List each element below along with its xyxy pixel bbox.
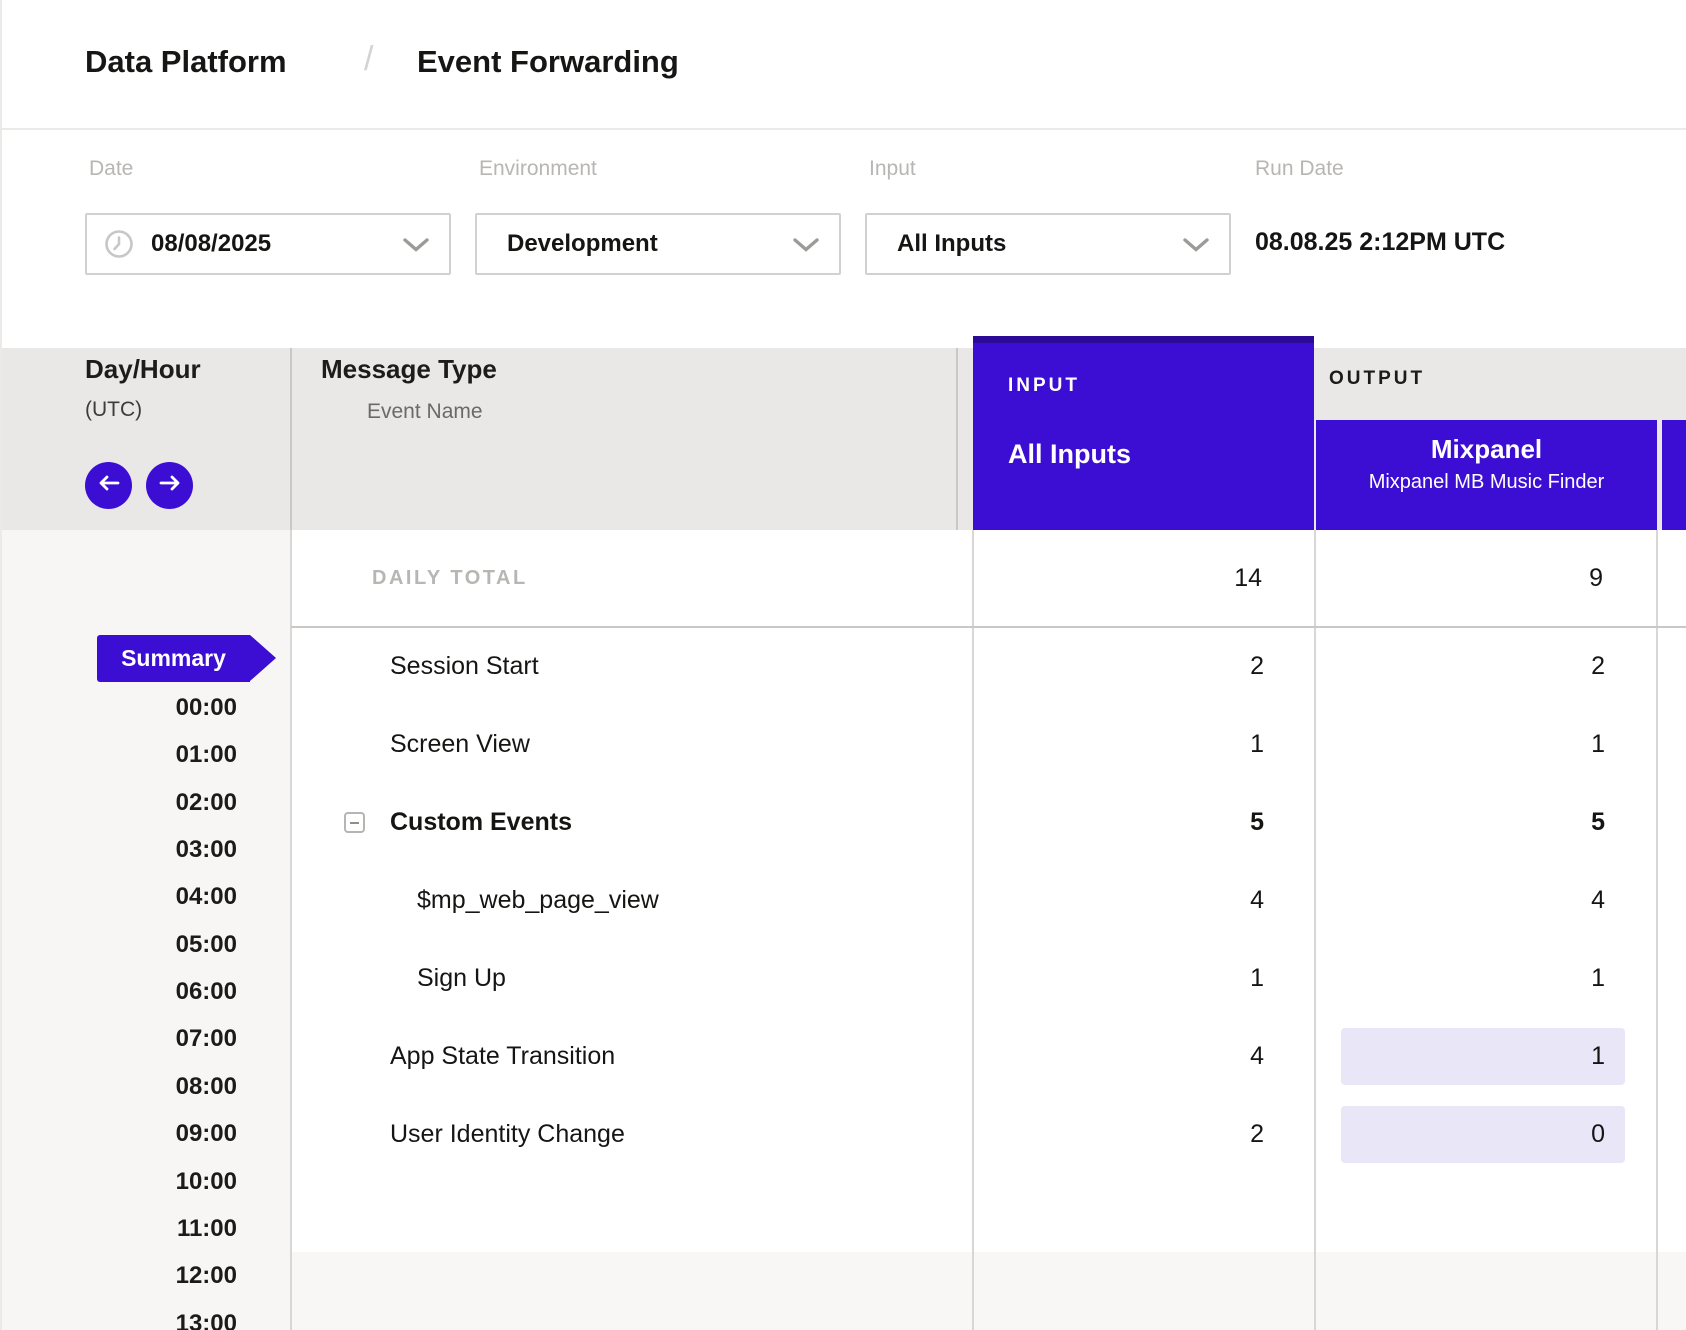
hour-item[interactable]: 05:00 — [2, 922, 237, 968]
hour-item[interactable]: 12:00 — [2, 1253, 237, 1299]
table-row: Custom Events 5 5 — [2, 783, 1686, 861]
collapse-minus-icon[interactable] — [344, 812, 365, 833]
hour-item[interactable]: 04:00 — [2, 874, 237, 920]
hour-item[interactable]: 11:00 — [2, 1206, 237, 1252]
output-count-value: 1 — [1591, 1017, 1605, 1095]
run-date-value: 08.08.25 2:12PM UTC — [1255, 228, 1505, 257]
hour-item[interactable]: 13:00 — [2, 1301, 237, 1330]
event-name-column-subtitle: Event Name — [367, 400, 483, 424]
output-column-next-partial[interactable] — [1662, 420, 1686, 530]
daily-total-input-value: 14 — [1234, 530, 1262, 627]
output-column-header[interactable]: Mixpanel Mixpanel MB Music Finder — [1316, 420, 1657, 530]
table-bottom-filler — [291, 1252, 1686, 1330]
table-row: App State Transition 4 1 — [2, 1017, 1686, 1095]
hour-item[interactable]: 06:00 — [2, 969, 237, 1015]
page-title: Event Forwarding — [417, 44, 679, 80]
daily-total-output-value: 9 — [1589, 530, 1603, 627]
arrow-right-icon — [158, 474, 182, 497]
daily-total-label: DAILY TOTAL — [372, 530, 528, 627]
next-day-button[interactable] — [146, 462, 193, 509]
message-type-column-title: Message Type — [321, 354, 497, 385]
dropped-count-highlight — [1341, 1106, 1625, 1163]
input-count-value: 4 — [1250, 861, 1264, 939]
date-select[interactable]: 08/08/2025 — [85, 213, 451, 275]
input-filter-label: Input — [869, 157, 916, 181]
hour-item[interactable]: 00:00 — [2, 685, 237, 731]
table-row: $mp_web_page_view 4 4 — [2, 861, 1686, 939]
event-name-label: Sign Up — [417, 939, 506, 1017]
input-count-value: 1 — [1250, 939, 1264, 1017]
event-name-label: Screen View — [390, 705, 530, 783]
event-name-label: $mp_web_page_view — [417, 861, 659, 939]
day-hour-column-subtitle: (UTC) — [85, 398, 142, 422]
input-select-value: All Inputs — [897, 215, 1006, 273]
chevron-down-icon — [403, 238, 429, 257]
breadcrumb-section[interactable]: Data Platform — [85, 44, 287, 80]
prev-day-button[interactable] — [85, 462, 132, 509]
table-row: Screen View 1 1 — [2, 705, 1686, 783]
input-count-value: 5 — [1250, 783, 1264, 861]
dropped-count-highlight — [1341, 1028, 1625, 1085]
output-count-value: 5 — [1591, 783, 1605, 861]
hour-item[interactable]: 07:00 — [2, 1016, 237, 1062]
input-count-value: 1 — [1250, 705, 1264, 783]
output-count-value: 2 — [1591, 627, 1605, 705]
output-column-kicker: OUTPUT — [1329, 368, 1425, 390]
event-forwarding-page: Data Platform / Event Forwarding Date En… — [0, 0, 1686, 1330]
hour-item[interactable]: 09:00 — [2, 1111, 237, 1157]
header-divider — [2, 128, 1686, 130]
event-name-label: App State Transition — [390, 1017, 615, 1095]
clock-icon — [104, 229, 134, 264]
arrow-left-icon — [97, 474, 121, 497]
input-count-value: 4 — [1250, 1017, 1264, 1095]
column-divider — [290, 348, 292, 530]
event-name-label: Custom Events — [390, 783, 572, 861]
environment-filter-label: Environment — [479, 157, 597, 181]
day-hour-column-title: Day/Hour — [85, 354, 201, 385]
input-column-kicker: INPUT — [1008, 375, 1080, 397]
table-row: Sign Up 1 1 — [2, 939, 1686, 1017]
event-name-label: Session Start — [390, 627, 539, 705]
environment-select[interactable]: Development — [475, 213, 841, 275]
output-column-name: Mixpanel — [1316, 434, 1657, 465]
output-column-subtitle: Mixpanel MB Music Finder — [1316, 471, 1657, 494]
hour-item[interactable]: 03:00 — [2, 827, 237, 873]
output-count-value: 1 — [1591, 939, 1605, 1017]
chevron-down-icon — [1183, 238, 1209, 257]
summary-badge-arrow — [250, 635, 276, 681]
hour-item[interactable]: 01:00 — [2, 732, 237, 778]
output-count-value: 0 — [1591, 1095, 1605, 1173]
input-count-value: 2 — [1250, 627, 1264, 705]
chevron-down-icon — [793, 238, 819, 257]
table-row: User Identity Change 2 0 — [2, 1095, 1686, 1173]
input-select[interactable]: All Inputs — [865, 213, 1231, 275]
input-column-name: All Inputs — [1008, 439, 1131, 470]
output-count-value: 1 — [1591, 705, 1605, 783]
summary-badge-label: Summary — [97, 635, 250, 682]
run-date-label: Run Date — [1255, 157, 1344, 181]
hour-item[interactable]: 10:00 — [2, 1159, 237, 1205]
date-filter-label: Date — [89, 157, 133, 181]
event-name-label: User Identity Change — [390, 1095, 625, 1173]
input-column-header[interactable]: INPUT All Inputs — [973, 336, 1314, 530]
input-count-value: 2 — [1250, 1095, 1264, 1173]
column-divider — [956, 348, 958, 530]
output-count-value: 4 — [1591, 861, 1605, 939]
hour-item[interactable]: 02:00 — [2, 780, 237, 826]
date-select-value: 08/08/2025 — [151, 215, 271, 273]
environment-select-value: Development — [507, 215, 658, 273]
hour-item[interactable]: 08:00 — [2, 1064, 237, 1110]
breadcrumb-separator: / — [364, 40, 373, 79]
